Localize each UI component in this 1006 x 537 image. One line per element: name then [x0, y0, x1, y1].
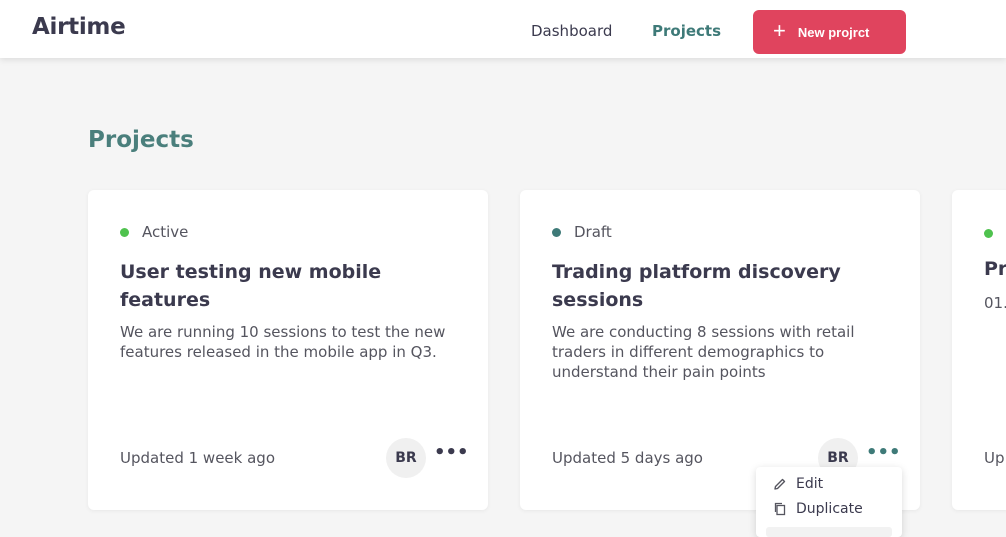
copy-icon — [772, 501, 788, 517]
status-badge — [984, 223, 1006, 242]
top-navigation-bar: Airtime Dashboard Projects + New projrct — [0, 0, 1006, 58]
menu-item-duplicate[interactable]: Duplicate — [772, 501, 863, 517]
menu-item-partial[interactable] — [766, 527, 892, 537]
project-description: We are running 10 sessions to test the n… — [120, 323, 446, 361]
project-card[interactable]: Pr 01.0 Up — [952, 190, 1006, 510]
status-dot-icon — [120, 227, 129, 237]
nav-projects[interactable]: Projects — [652, 22, 721, 40]
project-card[interactable]: Draft Trading platform discovery session… — [520, 190, 920, 510]
new-project-label: New projrct — [797, 24, 870, 40]
menu-item-edit[interactable]: Edit — [772, 476, 823, 492]
page-title: Projects — [88, 127, 194, 153]
avatar: BR — [386, 438, 426, 478]
updated-time: Updated 1 week ago — [120, 449, 275, 467]
status-label: Draft — [574, 223, 612, 241]
status-label: Active — [142, 223, 189, 241]
updated-time: Updated 5 days ago — [552, 449, 703, 467]
project-title[interactable]: Trading platform discovery sessions — [552, 258, 892, 314]
nav-dashboard[interactable]: Dashboard — [531, 22, 612, 40]
app-logo[interactable]: Airtime — [32, 14, 126, 40]
card-options-menu: Edit Duplicate — [756, 467, 902, 537]
status-badge: Draft — [552, 223, 612, 241]
new-project-button[interactable]: + New projrct — [753, 10, 906, 54]
project-card[interactable]: Active User testing new mobile features … — [88, 190, 488, 510]
updated-time: Up — [984, 449, 1005, 467]
status-badge: Active — [120, 223, 188, 241]
project-title[interactable]: Pr — [984, 258, 1006, 280]
project-title[interactable]: User testing new mobile features — [120, 258, 460, 314]
plus-icon: + — [773, 18, 786, 43]
more-options-icon[interactable]: ••• — [866, 444, 901, 468]
status-dot-icon — [984, 229, 993, 238]
menu-item-label: Edit — [796, 476, 824, 492]
menu-item-label: Duplicate — [796, 501, 863, 517]
more-options-icon[interactable]: ••• — [434, 444, 469, 468]
pencil-icon — [772, 476, 788, 492]
project-date: 01.0 — [984, 294, 1006, 312]
project-description: We are conducting 8 sessions with retail… — [552, 323, 855, 381]
status-dot-icon — [552, 227, 561, 237]
